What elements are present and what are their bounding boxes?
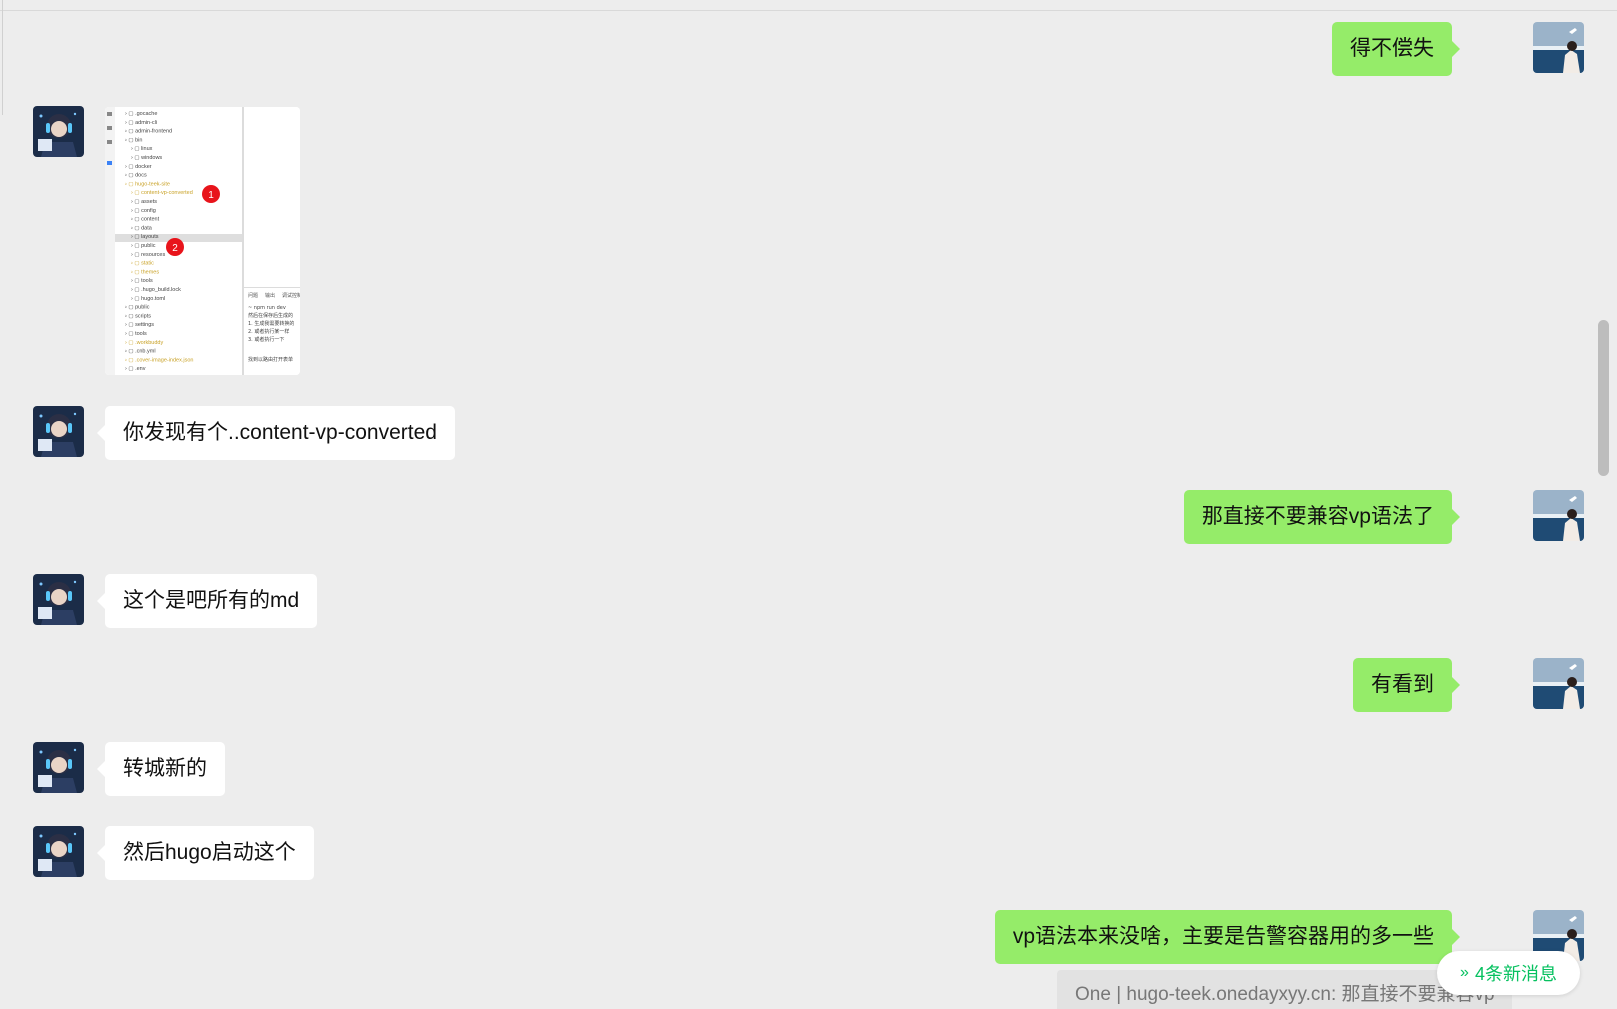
tree-item: › ▢ .gocache — [125, 111, 157, 117]
tree-item: › ▢ admin-frontend — [125, 129, 172, 135]
message-bubble-self[interactable]: vp语法本来没啥，主要是告警容器用的多一些 — [994, 910, 1461, 964]
other-avatar-image — [33, 406, 84, 457]
svg-text:1: 1 — [208, 190, 214, 201]
tree-item: › ▢ docker — [125, 164, 152, 170]
other-avatar[interactable] — [33, 106, 84, 157]
tree-item: › ▢ .cnb.yml — [125, 349, 156, 355]
message-bubble-other[interactable]: 然后hugo启动这个 — [97, 826, 314, 880]
tree-item: › ▢ docs — [125, 173, 147, 179]
tree-item: › ▢ .env — [125, 366, 146, 372]
tree-item: › ▢ linux — [131, 146, 153, 152]
svg-text:2: 2 — [172, 243, 178, 254]
double-chevron-down-icon: » — [1460, 964, 1469, 981]
tree-item: › ▢ .workbuddy — [125, 340, 163, 346]
tree-item: › ▢ static — [131, 261, 154, 267]
tree-item: › ▢ windows — [131, 155, 162, 161]
message-bubble-other[interactable]: 你发现有个..content-vp-converted — [97, 406, 455, 460]
tree-item: › ▢ themes — [131, 269, 159, 275]
tree-item: › ▢ hugo-teek-site — [125, 181, 170, 187]
panel-tab: 输出 — [265, 292, 275, 299]
tree-item: › ▢ settings — [125, 322, 154, 328]
message-bubble-self[interactable]: 那直接不要兼容vp语法了 — [1183, 490, 1461, 544]
badge-1: 1 — [202, 185, 220, 203]
tree-item: › ▢ tools — [125, 331, 147, 337]
self-avatar[interactable] — [1533, 490, 1584, 541]
other-avatar-image — [33, 574, 84, 625]
left-divider — [2, 0, 3, 115]
panel-tab: 调试控制台 — [282, 292, 300, 299]
chat-window: 得不偿失 › ▢ .gocache › ▢ admin-cli › ▢ admi… — [0, 0, 1617, 1009]
tree-item: › ▢ bin — [125, 137, 142, 143]
panel-line: 然后在保存后生成的 — [248, 312, 293, 319]
panel-line: 找到以路由打开表单 — [248, 356, 293, 363]
panel-tab: 问题 — [248, 292, 258, 299]
tree-item: › ▢ content — [131, 217, 160, 223]
other-avatar-image — [33, 742, 84, 793]
self-avatar-image — [1533, 490, 1584, 541]
message-bubble-other[interactable]: 转城新的 — [97, 742, 225, 796]
tree-item: › ▢ .cover-image-index.json — [125, 357, 193, 363]
message-bubble-self[interactable]: 得不偿失 — [1332, 22, 1460, 76]
message-bubble-other[interactable]: 这个是吧所有的md — [96, 574, 318, 628]
badge-2: 2 — [166, 238, 184, 256]
tree-item: › ▢ public — [125, 305, 150, 311]
new-messages-button[interactable]: » 4条新消息 — [1437, 951, 1580, 995]
self-avatar-image — [1533, 22, 1584, 73]
tree-item: › ▢ content-vp-converted — [131, 190, 193, 196]
tree-item: › ▢ tools — [131, 278, 153, 284]
self-avatar[interactable] — [1533, 22, 1584, 73]
tree-item: › ▢ .hugo_build.lock — [131, 287, 181, 293]
other-avatar[interactable] — [33, 574, 84, 625]
new-messages-label: 4条新消息 — [1474, 964, 1557, 984]
self-avatar-image — [1533, 658, 1584, 709]
top-divider — [0, 10, 1617, 11]
tree-item: › ▢ public — [131, 243, 156, 249]
tree-item: › ▢ assets — [131, 199, 157, 205]
tree-item: › ▢ hugo.toml — [131, 296, 165, 302]
tree-item: › ▢ config — [131, 208, 156, 214]
other-avatar[interactable] — [33, 826, 84, 877]
panel-line: 2. 或者执行某一样 — [248, 328, 289, 335]
message-bubble-self[interactable]: 有看到 — [1353, 658, 1460, 712]
tree-item: › ▢ scripts — [125, 313, 151, 319]
panel-line: 3. 或者执行一下 — [248, 336, 284, 343]
tree-item: › ▢ layouts — [131, 234, 159, 240]
image-message[interactable]: › ▢ .gocache › ▢ admin-cli › ▢ admin-front… — [105, 107, 300, 375]
screenshot-thumbnail: › ▢ .gocache › ▢ admin-cli › ▢ admin-front… — [105, 107, 300, 375]
other-avatar-image — [33, 106, 84, 157]
tree-item: › ▢ data — [131, 225, 153, 231]
other-avatar[interactable] — [33, 742, 84, 793]
tree-item: › ▢ resources — [131, 252, 165, 258]
scrollbar-thumb[interactable] — [1598, 320, 1609, 476]
other-avatar[interactable] — [33, 406, 84, 457]
self-avatar[interactable] — [1533, 658, 1584, 709]
other-avatar-image — [33, 826, 84, 877]
panel-line: 1. 生成我需要转换的 — [248, 320, 294, 327]
panel-line: ~ npm run dev — [248, 305, 286, 311]
tree-item: › ▢ admin-cli — [125, 120, 157, 126]
